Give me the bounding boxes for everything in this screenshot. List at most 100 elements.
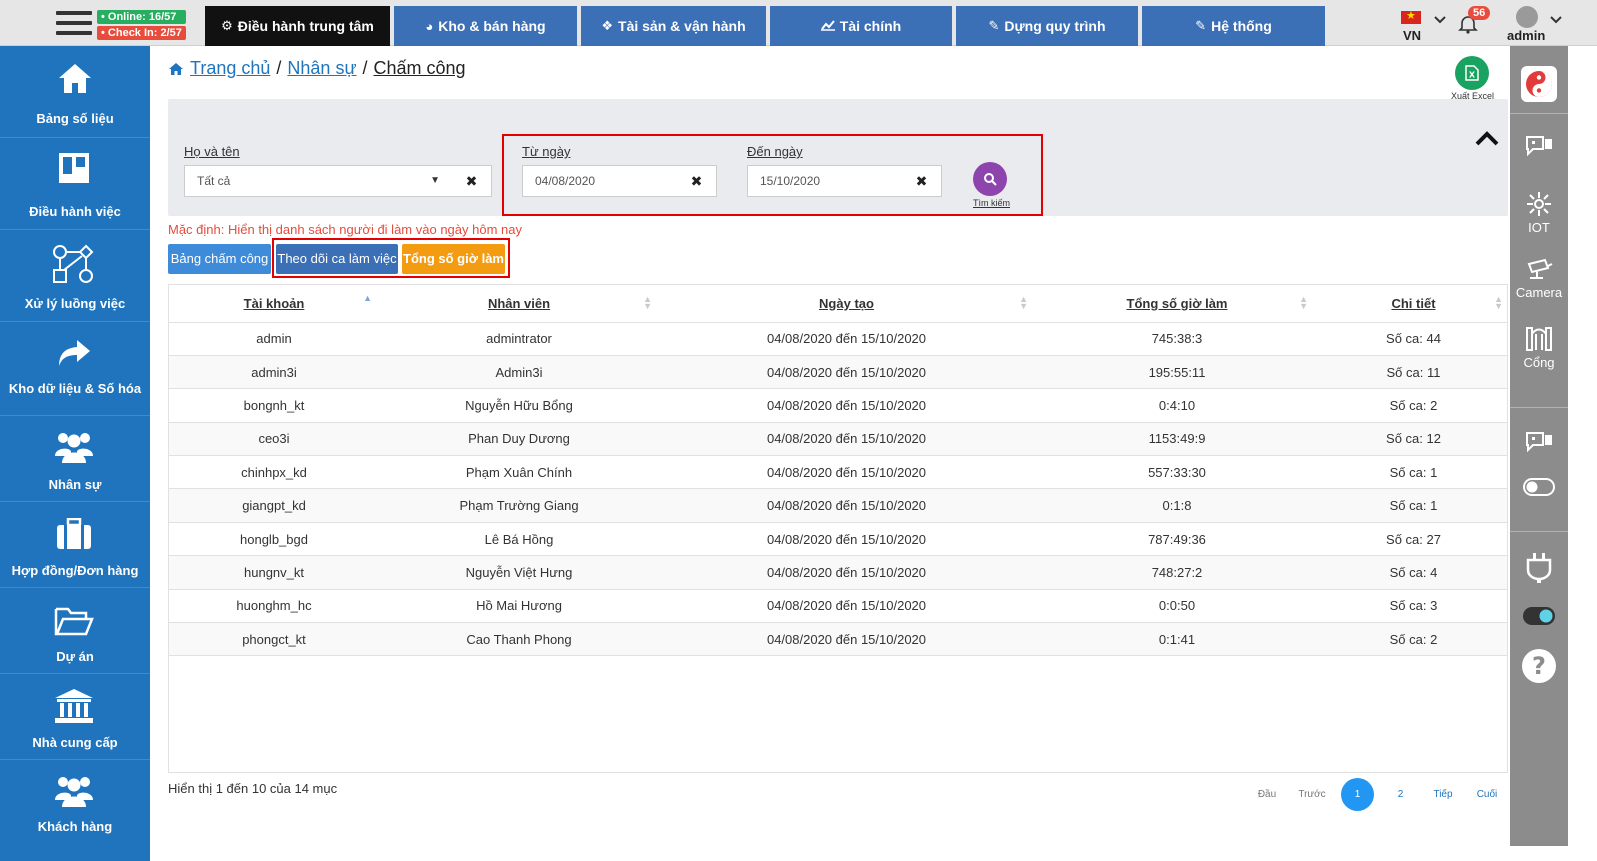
plug-icon[interactable] [1510,552,1568,587]
toggle-off-icon[interactable] [1510,478,1568,499]
briefcase-icon [57,518,91,549]
gear-icon: ⚙ [221,18,233,33]
breadcrumb-separator: / [362,58,368,78]
sidebar-item-label: Hợp đồng/Đơn hàng [11,563,139,578]
gate-icon [1526,327,1552,351]
to-date-input[interactable]: 15/10/2020 [747,165,903,197]
vietnam-flag-icon[interactable] [1401,9,1421,24]
cell-account: admin3i [169,355,379,390]
hamburger-menu-icon[interactable] [56,11,92,39]
cell-account: chinhpx_kd [169,455,379,490]
name-filter-select[interactable]: Tất cả ▼ [184,165,453,197]
tab-tai-san-van-hanh[interactable]: ❖ Tài sản & vận hành [581,6,766,46]
page-next[interactable]: Tiếp [1425,778,1461,812]
search-label[interactable]: Tìm kiếm [973,198,1010,208]
sidebar-item-kho-du-lieu[interactable]: Kho dữ liệu & Số hóa [0,322,150,416]
column-header-detail[interactable]: Chi tiết ▲ ▼ [1320,285,1507,323]
users-icon [55,777,93,807]
collapse-chevron-up-icon[interactable] [1474,128,1500,148]
subtab-bang-cham-cong[interactable]: Bảng chấm công [168,244,271,274]
column-header-created-date[interactable]: Ngày tạo ▲ ▼ [659,285,1034,323]
chevron-down-icon[interactable] [1549,12,1563,28]
video-chat-icon[interactable] [1510,134,1568,163]
tab-kho-ban-hang[interactable]: ◕ Kho & bán hàng [394,6,577,46]
breadcrumb-separator: / [276,58,282,78]
language-label[interactable]: VN [1403,28,1421,43]
clear-name-button[interactable]: ✖ [452,165,492,197]
table-row[interactable]: ceo3i Phan Duy Dương 04/08/2020 đến 15/10/… [169,422,1507,457]
cell-employee: Hồ Mai Hương [379,589,659,624]
cell-total-hours: 745:38:3 [1034,322,1320,356]
cell-employee: Admin3i [379,355,659,390]
cubes-icon: ❖ [601,18,614,33]
gate-button[interactable]: Cổng [1510,322,1568,370]
tab-dieu-hanh-trung-tam[interactable]: ⚙ Điều hành trung tâm [205,6,390,46]
table-info: Hiển thị 1 đến 10 của 14 mục [168,781,338,796]
search-button[interactable] [973,162,1007,196]
cell-employee: Lê Bá Hồng [379,522,659,557]
sidebar-item-xu-ly-luong-viec[interactable]: Xử lý luồng việc [0,230,150,322]
cell-employee: Phạm Xuân Chính [379,455,659,490]
tab-dung-quy-trinh[interactable]: ✎ Dựng quy trình [956,6,1138,46]
table-row[interactable]: bongnh_kt Nguyễn Hữu Bổng 04/08/2020 đến 1… [169,388,1507,423]
toggle-on-icon[interactable] [1510,607,1568,628]
sidebar-item-du-an[interactable]: Dự án [0,588,150,674]
export-excel-button[interactable]: X [1455,56,1489,90]
camera-label: Camera [1515,285,1563,300]
table-row[interactable]: giangpt_kd Phạm Trường Giang 04/08/2020 đế… [169,488,1507,523]
sidebar-item-khach-hang[interactable]: Khách hàng [0,760,150,861]
tab-tai-chinh[interactable]: Tài chính [770,6,952,46]
page-2[interactable]: 2 [1384,778,1417,812]
table-row[interactable]: chinhpx_kd Phạm Xuân Chính 04/08/2020 đến … [169,455,1507,490]
column-header-total-hours[interactable]: Tổng số giờ làm ▲ ▼ [1034,285,1320,323]
table-row[interactable]: admin3i Admin3i 04/08/2020 đến 15/10/2020 1… [169,355,1507,390]
table-body: admin admintrator 04/08/2020 đến 15/10/202… [169,322,1507,657]
clear-from-date-button[interactable]: ✖ [677,165,717,197]
to-date-value: 15/10/2020 [760,174,821,188]
page-first[interactable]: Đầu [1248,778,1286,812]
cell-employee: Cao Thanh Phong [379,622,659,657]
help-icon[interactable]: ? [1510,648,1568,687]
video-chat-icon[interactable] [1510,430,1568,459]
sidebar-item-dieu-hanh-viec[interactable]: Điều hành việc [0,138,150,230]
column-header-account[interactable]: Tài khoản ▲ [169,285,379,323]
camera-button[interactable]: Camera [1510,258,1568,300]
table-row[interactable]: hungnv_kt Nguyễn Việt Hưng 04/08/2020 đến … [169,555,1507,590]
excel-file-icon: X [1465,65,1479,81]
column-header-employee[interactable]: Nhân viên ▲ ▼ [379,285,659,323]
cell-created-date: 04/08/2020 đến 15/10/2020 [659,522,1034,557]
table-row[interactable]: huonghm_hc Hồ Mai Hương 04/08/2020 đến 15/… [169,589,1507,624]
breadcrumb-home-link[interactable]: Trang chủ [190,58,270,79]
cell-total-hours: 557:33:30 [1034,455,1320,490]
cell-employee: Phạm Trường Giang [379,488,659,523]
iot-button[interactable]: IOT [1510,191,1568,235]
page-1[interactable]: 1 [1341,778,1374,811]
cell-employee: admintrator [379,322,659,356]
table-row[interactable]: admin admintrator 04/08/2020 đến 15/10/202… [169,322,1507,356]
page-title: Chấm công [373,58,466,78]
tab-he-thong[interactable]: ✎ Hệ thống [1142,6,1325,46]
home-icon [59,64,91,93]
subtab-theo-doi-ca-lam-viec[interactable]: Theo dõi ca làm việc [276,244,398,274]
user-name[interactable]: admin [1507,28,1545,43]
sidebar-item-nha-cung-cap[interactable]: Nhà cung cấp [0,674,150,760]
from-date-input[interactable]: 04/08/2020 [522,165,678,197]
cell-account: ceo3i [169,422,379,457]
table-row[interactable]: honglb_bgd Lê Bá Hồng 04/08/2020 đến 15/10… [169,522,1507,557]
sidebar-item-bang-so-lieu[interactable]: Bảng số liệu [0,46,150,138]
right-sidebar: IOT Camera Cổng ? [1510,46,1568,846]
chevron-down-icon[interactable] [1433,12,1447,28]
column-header-label: Ngày tạo [819,295,874,311]
search-icon [984,173,997,186]
user-avatar[interactable] [1516,6,1538,28]
sidebar-item-hop-dong[interactable]: Hợp đồng/Đơn hàng [0,502,150,588]
sidebar-item-nhan-su[interactable]: Nhân sự [0,416,150,502]
brand-logo-icon[interactable] [1510,66,1568,105]
page-last[interactable]: Cuối [1470,778,1504,812]
breadcrumb-section-link[interactable]: Nhân sự [287,58,356,79]
subtab-tong-so-gio-lam[interactable]: Tổng số giờ làm [402,244,505,274]
clear-to-date-button[interactable]: ✖ [902,165,942,197]
page-prev[interactable]: Trước [1290,778,1334,812]
folder-open-icon [54,607,94,636]
table-row[interactable]: phongct_kt Cao Thanh Phong 04/08/2020 đến … [169,622,1507,657]
